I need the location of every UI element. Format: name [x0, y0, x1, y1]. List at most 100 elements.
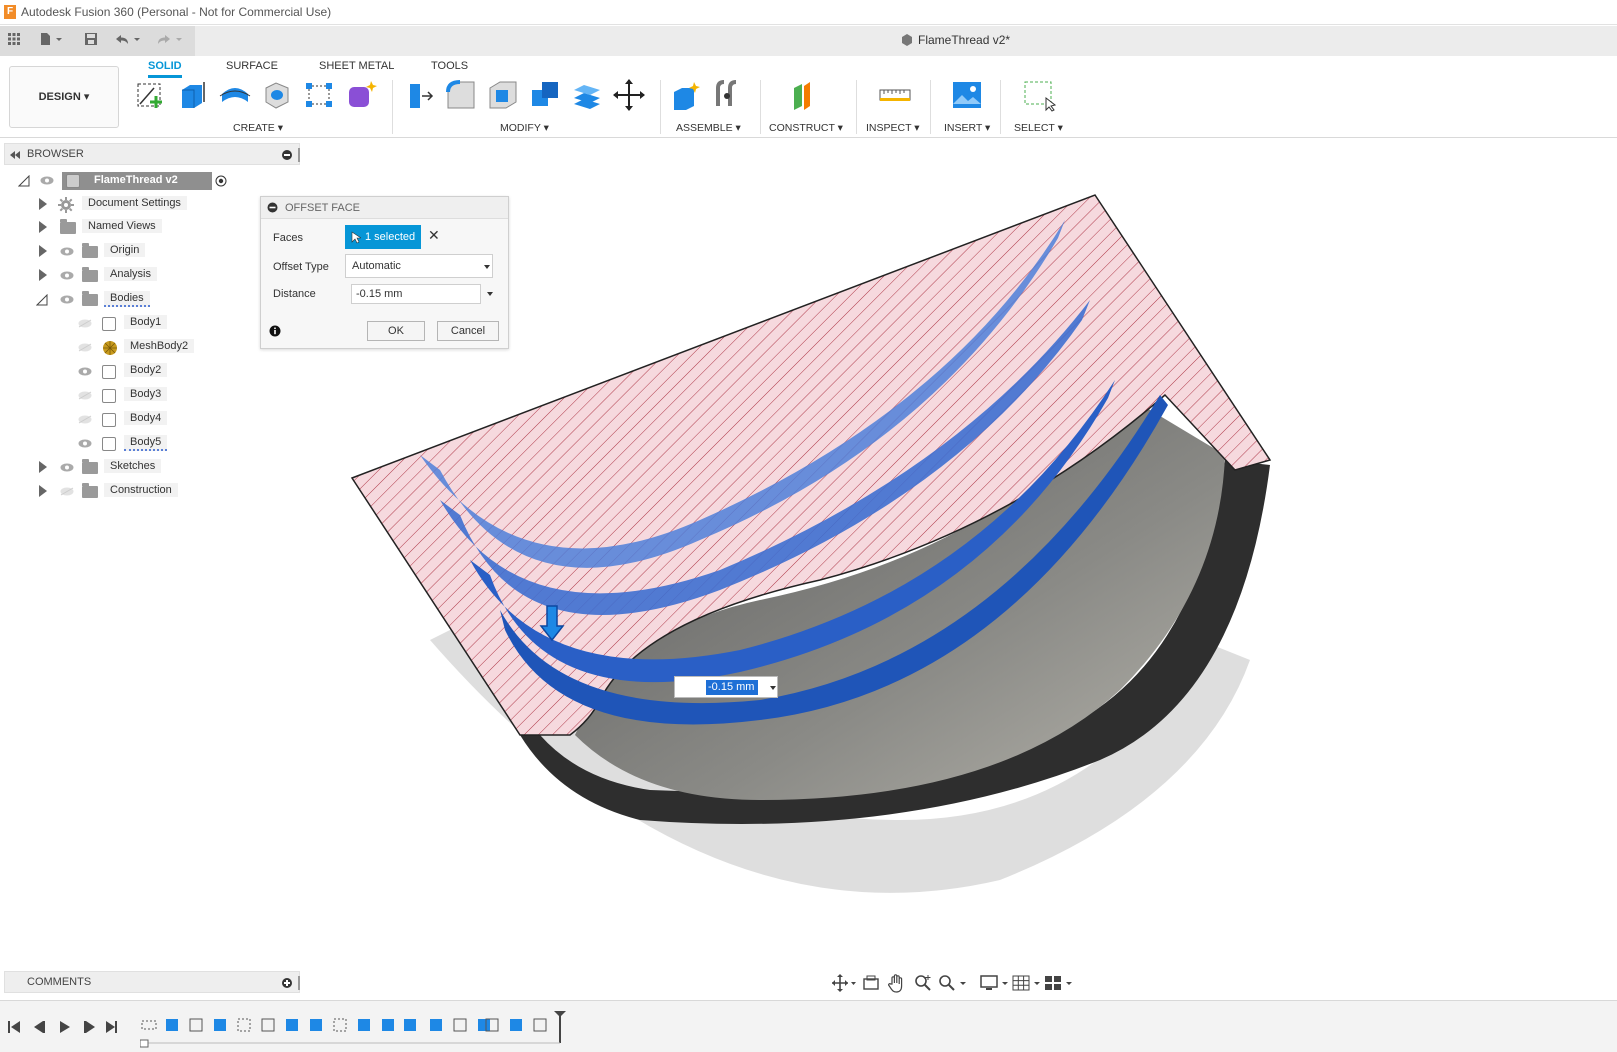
undo-icon[interactable]	[110, 30, 146, 52]
add-comment-icon[interactable]	[281, 977, 293, 989]
visibility-eye-icon[interactable]	[60, 295, 74, 304]
joint-icon[interactable]	[712, 78, 746, 112]
create-sketch-icon[interactable]	[134, 78, 168, 112]
press-pull-icon[interactable]	[402, 78, 436, 112]
viewports-icon[interactable]	[1044, 974, 1076, 992]
chevron-down-icon[interactable]	[770, 686, 776, 690]
browser-item-bodies[interactable]: Bodies	[36, 290, 206, 310]
new-component-icon[interactable]	[670, 78, 704, 112]
move-icon[interactable]	[612, 78, 646, 112]
zoom-icon[interactable]	[914, 974, 932, 992]
collapsed-triangle-icon[interactable]	[39, 221, 47, 233]
display-settings-icon[interactable]	[980, 974, 1010, 992]
browser-item-body4[interactable]: Body4	[76, 410, 216, 430]
insert-group-label[interactable]: INSERT ▾	[944, 122, 990, 134]
document-tab-title[interactable]: FlameThread v2*	[918, 33, 1010, 47]
browser-item-named-views[interactable]: Named Views	[36, 218, 206, 238]
visibility-eye-icon[interactable]	[60, 271, 74, 280]
clear-selection-icon[interactable]: ✕	[428, 227, 440, 244]
browser-item-construction[interactable]: Construction	[36, 482, 206, 502]
orbit-icon[interactable]	[832, 974, 856, 992]
expanded-triangle-icon[interactable]	[36, 294, 48, 306]
browser-item-document-settings[interactable]: Document Settings	[36, 195, 216, 215]
browser-item-body5[interactable]: Body5	[76, 434, 216, 454]
tab-solid[interactable]: SOLID	[148, 60, 182, 78]
combine-icon[interactable]	[528, 78, 562, 112]
insert-canvas-icon[interactable]	[950, 78, 984, 112]
panel-resize-handle[interactable]	[298, 148, 300, 162]
comments-panel-header[interactable]: COMMENTS	[4, 971, 300, 993]
construct-group-label[interactable]: CONSTRUCT ▾	[769, 122, 843, 134]
hidden-eye-icon[interactable]	[78, 415, 92, 424]
browser-item-sketches[interactable]: Sketches	[36, 458, 206, 478]
hidden-eye-icon[interactable]	[60, 487, 74, 496]
hidden-eye-icon[interactable]	[78, 343, 92, 352]
visibility-eye-icon[interactable]	[60, 247, 74, 256]
visibility-eye-icon[interactable]	[60, 463, 74, 472]
file-menu-icon[interactable]	[36, 30, 68, 52]
redo-icon[interactable]	[152, 30, 188, 52]
hidden-eye-icon[interactable]	[78, 319, 92, 328]
offset-plane-icon[interactable]	[790, 78, 824, 112]
offset-type-select[interactable]: Automatic	[345, 254, 493, 278]
browser-item-origin[interactable]: Origin	[36, 242, 206, 262]
save-icon[interactable]	[80, 30, 102, 52]
cancel-button[interactable]: Cancel	[437, 321, 499, 341]
inline-distance-input[interactable]: -0.15 mm	[706, 680, 758, 695]
select-window-icon[interactable]	[1022, 78, 1056, 112]
collapsed-triangle-icon[interactable]	[39, 269, 47, 281]
collapsed-triangle-icon[interactable]	[39, 245, 47, 257]
inspect-group-label[interactable]: INSPECT ▾	[866, 122, 920, 134]
minimize-panel-icon[interactable]	[281, 149, 293, 161]
workspace-switcher-button[interactable]: DESIGN ▾	[9, 66, 119, 128]
revolve-icon[interactable]	[218, 78, 252, 112]
hole-icon[interactable]	[260, 78, 294, 112]
chevron-down-icon[interactable]	[487, 292, 493, 296]
pattern-icon[interactable]	[302, 78, 336, 112]
visibility-eye-icon[interactable]	[40, 176, 54, 185]
fit-zoom-icon[interactable]	[938, 974, 968, 992]
info-icon[interactable]	[269, 325, 281, 337]
look-at-icon[interactable]	[862, 974, 880, 992]
collapsed-triangle-icon[interactable]	[39, 461, 47, 473]
collapse-panel-icon[interactable]	[9, 150, 21, 160]
collapsed-triangle-icon[interactable]	[39, 485, 47, 497]
inline-distance-box[interactable]: -0.15 mm	[674, 676, 778, 698]
measure-icon[interactable]	[878, 78, 912, 112]
tab-sheet-metal[interactable]: SHEET METAL	[319, 60, 394, 72]
browser-item-analysis[interactable]: Analysis	[36, 266, 206, 286]
browser-root-row[interactable]: FlameThread v2	[18, 171, 228, 191]
activate-component-icon[interactable]	[215, 175, 227, 187]
timeline-features[interactable]	[140, 1009, 580, 1049]
select-group-label[interactable]: SELECT ▾	[1014, 122, 1063, 134]
browser-panel-header[interactable]: BROWSER	[4, 143, 300, 165]
create-form-icon[interactable]	[344, 78, 378, 112]
offset-face-icon[interactable]	[570, 78, 604, 112]
expanded-triangle-icon[interactable]	[18, 175, 30, 187]
visibility-eye-icon[interactable]	[78, 367, 92, 376]
collapse-dialog-icon[interactable]	[267, 202, 278, 213]
collapsed-triangle-icon[interactable]	[39, 198, 47, 210]
browser-item-body2[interactable]: Body2	[76, 362, 216, 382]
extrude-icon[interactable]	[176, 78, 210, 112]
chevron-down-icon[interactable]	[484, 265, 490, 269]
assemble-group-label[interactable]: ASSEMBLE ▾	[676, 122, 741, 134]
tab-surface[interactable]: SURFACE	[226, 60, 278, 72]
distance-input[interactable]: -0.15 mm	[351, 284, 481, 304]
grid-settings-icon[interactable]	[1012, 974, 1042, 992]
dialog-header[interactable]: OFFSET FACE	[261, 197, 508, 219]
create-group-label[interactable]: CREATE ▾	[233, 122, 283, 134]
tab-tools[interactable]: TOOLS	[431, 60, 468, 72]
shell-icon[interactable]	[486, 78, 520, 112]
panel-resize-handle[interactable]	[298, 976, 300, 990]
browser-item-body1[interactable]: Body1	[76, 314, 216, 334]
browser-item-body3[interactable]: Body3	[76, 386, 216, 406]
faces-selection-button[interactable]: 1 selected	[345, 225, 421, 249]
fillet-icon[interactable]	[444, 78, 478, 112]
data-panel-grid-icon[interactable]	[3, 30, 25, 52]
visibility-eye-icon[interactable]	[78, 439, 92, 448]
browser-item-meshbody2[interactable]: MeshBody2	[76, 338, 216, 358]
modify-group-label[interactable]: MODIFY ▾	[500, 122, 549, 134]
ok-button[interactable]: OK	[367, 321, 425, 341]
pan-hand-icon[interactable]	[888, 973, 906, 993]
